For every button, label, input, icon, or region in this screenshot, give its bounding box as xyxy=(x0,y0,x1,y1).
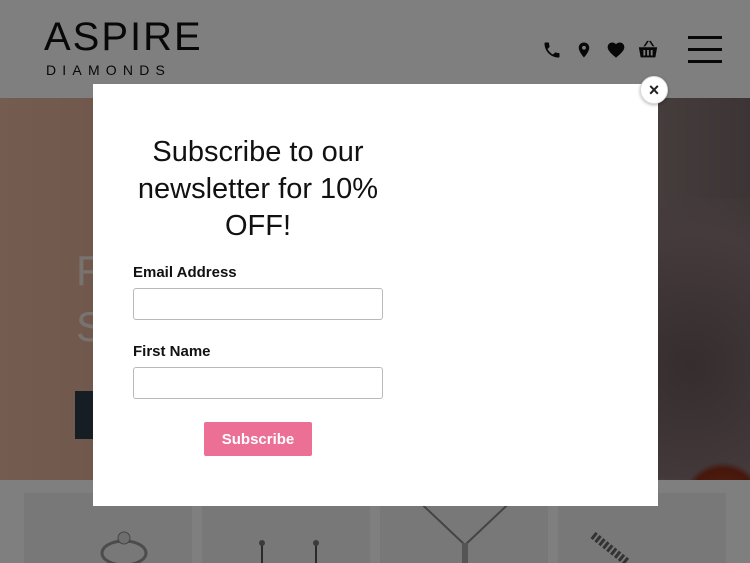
modal-title: Subscribe to our newsletter for 10% OFF! xyxy=(137,136,379,242)
email-label: Email Address xyxy=(133,264,237,281)
email-field[interactable] xyxy=(133,288,383,320)
subscribe-button[interactable]: Subscribe xyxy=(204,422,312,456)
first-name-field[interactable] xyxy=(133,367,383,399)
first-name-label: First Name xyxy=(133,343,211,360)
close-icon[interactable]: × xyxy=(640,76,668,104)
